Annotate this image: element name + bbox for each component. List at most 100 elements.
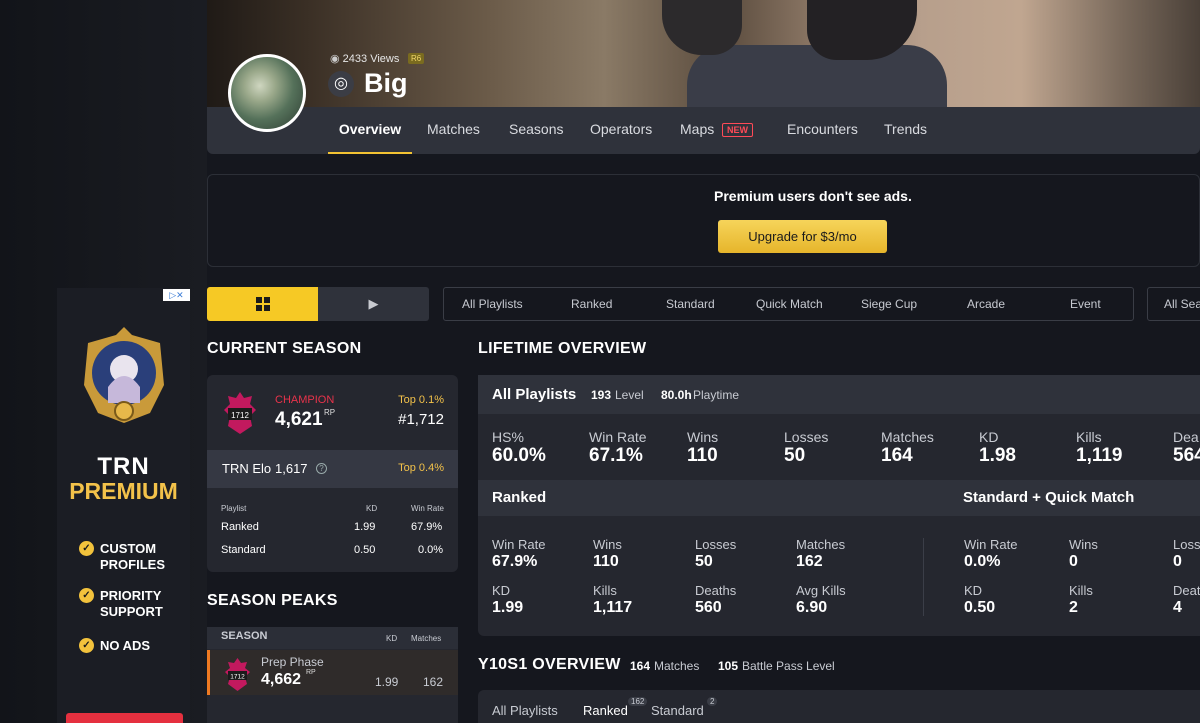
tab-trends[interactable]: Trends xyxy=(884,107,927,154)
elo-top-percent: Top 0.4% xyxy=(398,462,444,474)
ranked-stat-label: Matches xyxy=(796,537,846,552)
stat-value: 564 xyxy=(1173,445,1200,466)
ranked-stat-label: Avg Kills xyxy=(796,583,846,598)
sqm-stat-label: Loss xyxy=(1173,537,1200,552)
th-playlist: Playlist xyxy=(221,504,247,513)
filter-arcade[interactable]: Arcade xyxy=(967,297,1005,311)
view-count: ◉ 2433 Views xyxy=(330,52,399,65)
sqm-stat-value: 0 xyxy=(1173,553,1182,570)
ranked-stat-label: Wins xyxy=(593,537,622,552)
stat-value: 50 xyxy=(784,445,806,466)
row-win-rate: 0.0% xyxy=(418,544,444,556)
rank-name: CHAMPION xyxy=(275,394,335,406)
ranked-stat-value: 67.9% xyxy=(492,553,538,570)
level-label: Level xyxy=(615,388,644,402)
th-kd: KD xyxy=(386,634,398,643)
filter-event[interactable]: Event xyxy=(1070,297,1101,311)
tab-operators[interactable]: Operators xyxy=(590,107,652,154)
y10s1-tab-ranked[interactable]: Ranked xyxy=(583,703,628,718)
ranked-stat-label: Win Rate xyxy=(492,537,546,552)
perk-custom-profiles: ✓ CUSTOM PROFILES xyxy=(79,541,165,573)
top-percent: Top 0.1% xyxy=(398,394,444,406)
ranked-stat-value: 162 xyxy=(796,553,823,570)
views-label: 2433 Views xyxy=(342,53,400,65)
row-playlist: Ranked xyxy=(221,521,259,533)
avatar[interactable] xyxy=(228,54,306,132)
filter-standard[interactable]: Standard xyxy=(666,297,715,311)
sqm-stat-label: Deat xyxy=(1173,583,1200,598)
leaderboard-position: #1,712 xyxy=(398,411,444,428)
peak-kd: 1.99 xyxy=(375,675,399,689)
perk-no-ads: ✓ NO ADS xyxy=(79,638,150,654)
peak-matches: 162 xyxy=(423,675,444,689)
ad-product: PREMIUM xyxy=(69,478,178,504)
playstation-icon: ▶ xyxy=(368,296,379,311)
column-divider xyxy=(923,538,924,616)
ranked-stat-value: 1.99 xyxy=(492,599,524,616)
champion-rank-icon: 1712 xyxy=(224,392,256,434)
playtime-label: Playtime xyxy=(693,388,740,402)
sqm-stat-value: 0.0% xyxy=(964,553,1001,570)
tab-seasons[interactable]: Seasons xyxy=(509,107,563,154)
peak-rp-unit: RP xyxy=(306,669,316,676)
th-matches: Matches xyxy=(411,634,442,643)
sqm-stat-label: Kills xyxy=(1069,583,1093,598)
th-win-rate: Win Rate xyxy=(411,504,444,513)
y10s1-tab-standard[interactable]: Standard xyxy=(651,703,704,718)
lifetime-header xyxy=(478,375,1200,414)
premium-promo xyxy=(207,174,1200,267)
row-playlist: Standard xyxy=(221,544,266,556)
svg-text:1712: 1712 xyxy=(230,674,245,681)
ranked-stat-value: 1,117 xyxy=(593,599,633,616)
platform-pc-button[interactable] xyxy=(207,287,318,321)
sqm-stat-value: 0 xyxy=(1069,553,1078,570)
ad-cta-button[interactable] xyxy=(66,713,183,723)
y10s1-matches-label: Matches xyxy=(654,659,700,673)
upgrade-button[interactable]: Upgrade for $3/mo xyxy=(718,220,887,253)
stat-label: Losses xyxy=(784,429,829,445)
platform-ps-button[interactable]: ▶ xyxy=(318,287,429,321)
filter-ranked[interactable]: Ranked xyxy=(571,297,612,311)
y10s1-bp-label: Battle Pass Level xyxy=(742,659,835,673)
champion-rank-icon: 1712 xyxy=(225,658,250,691)
sqm-stat-value: 0.50 xyxy=(964,599,996,616)
stat-value: 164 xyxy=(881,445,913,466)
banner-figure xyxy=(687,45,947,107)
sqm-stat-value: 2 xyxy=(1069,599,1078,616)
ranked-stat-value: 50 xyxy=(695,553,713,570)
stat-value: 1,119 xyxy=(1076,445,1123,466)
row-kd: 1.99 xyxy=(354,521,376,533)
rank-points: 4,621 xyxy=(275,409,323,430)
stat-label: HS% xyxy=(492,429,524,445)
stat-value: 67.1% xyxy=(589,445,643,466)
stat-label: Win Rate xyxy=(589,429,647,445)
peak-season-name: Prep Phase xyxy=(261,655,324,669)
tab-overview[interactable]: Overview xyxy=(328,107,412,154)
banner-glove-left xyxy=(662,0,742,55)
tab-matches[interactable]: Matches xyxy=(427,107,480,154)
season-peaks-title: SEASON PEAKS xyxy=(207,592,338,609)
tab-maps[interactable]: Maps xyxy=(680,107,714,154)
stat-label: Wins xyxy=(687,429,719,445)
stat-value: 110 xyxy=(687,445,718,466)
elo-label: TRN Elo xyxy=(222,461,272,476)
y10s1-tab-all[interactable]: All Playlists xyxy=(492,703,558,718)
season-select[interactable]: All Sea xyxy=(1147,287,1200,321)
filter-all-playlists[interactable]: All Playlists xyxy=(462,297,523,311)
filter-siege-cup[interactable]: Siege Cup xyxy=(861,297,917,311)
row-kd: 0.50 xyxy=(354,544,376,556)
stat-label: KD xyxy=(979,429,999,445)
stat-label: Dea xyxy=(1173,429,1199,445)
player-name: Big xyxy=(364,68,408,98)
help-icon[interactable]: ? xyxy=(316,463,327,474)
ranked-stat-value: 560 xyxy=(695,599,722,616)
peak-rp: 4,662 xyxy=(261,671,302,688)
ranked-stat-label: KD xyxy=(492,583,511,598)
filter-quick-match[interactable]: Quick Match xyxy=(756,297,823,311)
premium-badge-icon xyxy=(84,327,164,423)
tab-encounters[interactable]: Encounters xyxy=(787,107,858,154)
check-icon: ✓ xyxy=(79,638,94,653)
y10s1-bp-num: 105 xyxy=(718,659,739,673)
sqm-stat-value: 4 xyxy=(1173,599,1182,616)
ad-choices-icon[interactable]: ▷✕ xyxy=(163,289,190,301)
